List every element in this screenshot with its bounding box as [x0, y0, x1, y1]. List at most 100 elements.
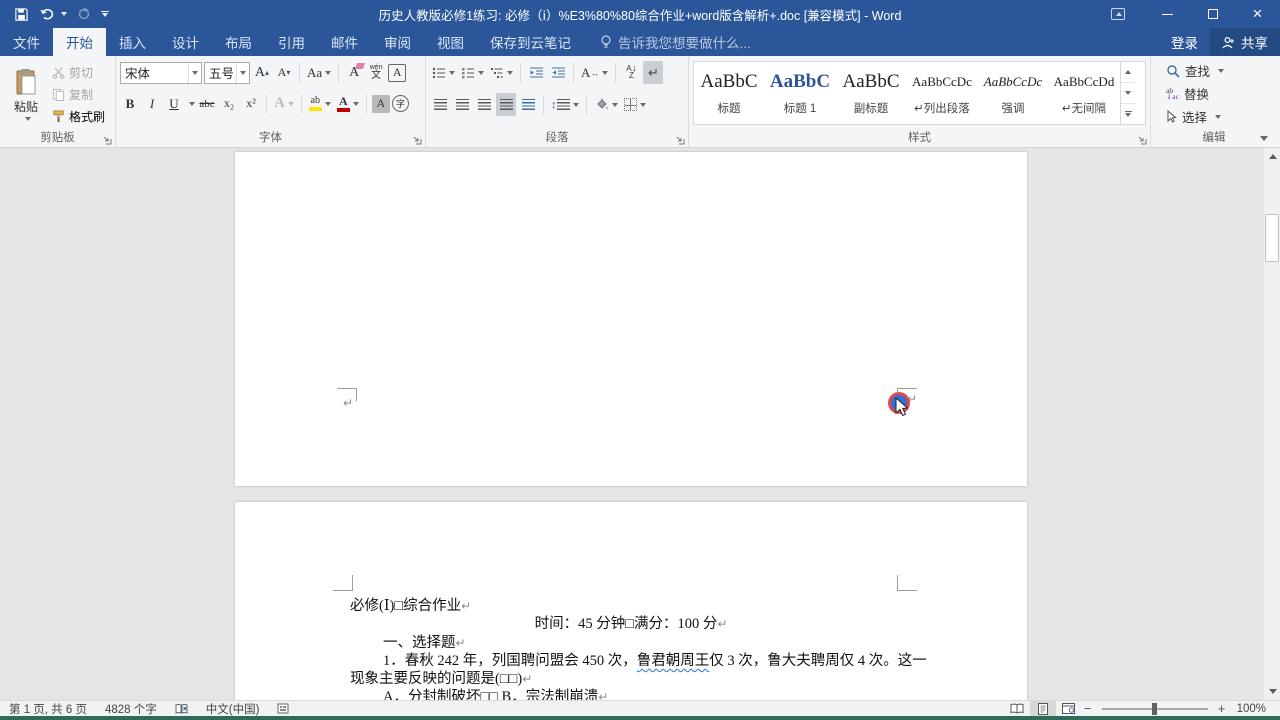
tab-layout[interactable]: 布局	[212, 28, 265, 56]
multilevel-list-button[interactable]	[488, 61, 515, 84]
select-button[interactable]: 选择	[1163, 106, 1273, 127]
tab-review[interactable]: 审阅	[371, 28, 424, 56]
style-list-paragraph[interactable]: AaBbCcDc ↵列出段落	[907, 62, 978, 124]
collapse-ribbon-button[interactable]	[1260, 136, 1268, 141]
undo-button[interactable]	[39, 7, 67, 21]
tab-file[interactable]: 文件	[0, 28, 53, 56]
styles-dialog-launcher[interactable]	[1137, 135, 1147, 145]
italic-button[interactable]: I	[142, 92, 162, 115]
character-border-button[interactable]: A	[388, 64, 406, 82]
align-right-button[interactable]	[474, 93, 494, 116]
bullets-button[interactable]	[430, 61, 457, 84]
tab-insert[interactable]: 插入	[106, 28, 159, 56]
justify-button[interactable]	[496, 93, 516, 116]
customize-qat-button[interactable]	[101, 11, 109, 17]
replace-button[interactable]: ab⇃ac 替换	[1163, 83, 1273, 104]
ribbon-display-options-button[interactable]	[1103, 0, 1133, 28]
zoom-slider[interactable]	[1102, 708, 1208, 710]
show-hide-marks-button[interactable]: ↵	[643, 61, 663, 84]
web-layout-button[interactable]	[1056, 701, 1082, 717]
zoom-out-button[interactable]: −	[1082, 701, 1094, 716]
minimize-button[interactable]	[1145, 0, 1190, 28]
document-canvas[interactable]: ↵ ↵ 必修(Ⅰ)□综合作业↵ 时间：45 分钟□满分：100 分↵ 一、选择题…	[0, 148, 1280, 700]
word-count-status[interactable]: 4828 个字	[96, 701, 166, 717]
style-heading1[interactable]: AaBbC 标题 1	[765, 62, 836, 124]
font-color-button[interactable]: A	[335, 92, 361, 115]
shrink-font-button[interactable]: A▾	[274, 61, 294, 84]
subscript-button[interactable]: x₂	[219, 92, 239, 115]
crop-mark	[897, 575, 917, 591]
format-painter-icon	[52, 110, 65, 123]
styles-more-button[interactable]	[1121, 104, 1135, 124]
tab-mailings[interactable]: 邮件	[318, 28, 371, 56]
paragraph-dialog-launcher[interactable]	[675, 135, 685, 145]
sign-in-button[interactable]: 登录	[1159, 28, 1210, 56]
page-number-status[interactable]: 第 1 页, 共 6 页	[0, 701, 96, 717]
zoom-in-button[interactable]: +	[1216, 701, 1228, 716]
print-layout-button[interactable]	[1030, 701, 1056, 717]
format-painter-button[interactable]: 格式刷	[52, 107, 105, 126]
style-title[interactable]: AaBbC 标题	[694, 62, 765, 124]
align-left-button[interactable]	[430, 93, 450, 116]
sort-button[interactable]: A↓Z	[621, 61, 641, 84]
clipboard-dialog-launcher[interactable]	[102, 135, 112, 145]
change-case-button[interactable]: Aa	[305, 61, 333, 84]
close-button[interactable]: ×	[1235, 0, 1280, 28]
tab-design[interactable]: 设计	[159, 28, 212, 56]
phonetic-guide-button[interactable]: wén文	[366, 61, 386, 84]
style-no-spacing[interactable]: AaBbCcDd ↵无间隔	[1049, 62, 1120, 124]
align-center-button[interactable]	[452, 93, 472, 116]
macro-record-button[interactable]	[268, 701, 298, 717]
style-subtitle[interactable]: AaBbC 副标题	[836, 62, 907, 124]
scrollbar-thumb[interactable]	[1265, 214, 1279, 262]
highlight-color-button[interactable]: ab	[307, 92, 333, 115]
find-button[interactable]: 查找	[1163, 60, 1273, 81]
share-button[interactable]: 共享	[1210, 28, 1280, 56]
scroll-down-button[interactable]	[1264, 683, 1280, 700]
language-status[interactable]: 中文(中国)	[197, 701, 269, 717]
document-page-1[interactable]: ↵ ↵	[235, 152, 1027, 486]
decrease-indent-button[interactable]	[526, 61, 546, 84]
enclose-characters-button[interactable]: 字	[392, 95, 409, 112]
zoom-level[interactable]: 100%	[1228, 701, 1280, 717]
styles-scroll-down-button[interactable]	[1121, 83, 1135, 104]
text-effects-button[interactable]: A	[272, 92, 296, 115]
proofing-status-button[interactable]	[166, 701, 197, 717]
vertical-scrollbar[interactable]	[1263, 148, 1280, 700]
maximize-button[interactable]	[1190, 0, 1235, 28]
grow-font-button[interactable]: A▴	[252, 61, 272, 84]
clear-formatting-button[interactable]: A	[344, 61, 364, 84]
asian-layout-button[interactable]: A↔	[579, 61, 610, 84]
scroll-up-button[interactable]	[1264, 148, 1280, 165]
paste-button[interactable]: 粘贴	[4, 59, 48, 129]
save-button[interactable]	[14, 7, 29, 22]
tell-me-box[interactable]: 告诉我您想要做什么...	[600, 28, 751, 56]
tab-view[interactable]: 视图	[424, 28, 477, 56]
strikethrough-button[interactable]: abc	[197, 92, 217, 115]
line-spacing-button[interactable]: ↕	[549, 93, 581, 116]
redo-button[interactable]	[77, 7, 91, 21]
zoom-slider-thumb[interactable]	[1152, 703, 1157, 715]
font-size-combobox[interactable]: 五号	[204, 62, 250, 84]
superscript-button[interactable]: x²	[241, 92, 261, 115]
underline-button[interactable]: U	[164, 92, 184, 115]
font-name-combobox[interactable]: 宋体	[120, 62, 202, 84]
bold-button[interactable]: B	[120, 92, 140, 115]
copy-button[interactable]: 复制	[52, 85, 105, 104]
increase-indent-button[interactable]	[548, 61, 568, 84]
tab-references[interactable]: 引用	[265, 28, 318, 56]
numbering-button[interactable]	[459, 61, 486, 84]
distribute-button[interactable]	[518, 93, 538, 116]
tab-save-to-cloud-notes[interactable]: 保存到云笔记	[477, 28, 584, 56]
read-mode-button[interactable]	[1004, 701, 1030, 717]
underline-caret[interactable]	[189, 102, 195, 106]
shading-button[interactable]	[592, 93, 620, 116]
cut-button[interactable]: 剪切	[52, 63, 105, 82]
character-shading-button[interactable]: A	[372, 95, 390, 113]
styles-scroll-up-button[interactable]	[1121, 62, 1135, 83]
document-page-2[interactable]: 必修(Ⅰ)□综合作业↵ 时间：45 分钟□满分：100 分↵ 一、选择题↵ 1．…	[235, 502, 1027, 700]
borders-button[interactable]	[622, 93, 648, 116]
style-emphasis[interactable]: AaBbCcDc 强调	[978, 62, 1049, 124]
tab-home[interactable]: 开始	[53, 28, 106, 56]
font-dialog-launcher[interactable]	[412, 135, 422, 145]
